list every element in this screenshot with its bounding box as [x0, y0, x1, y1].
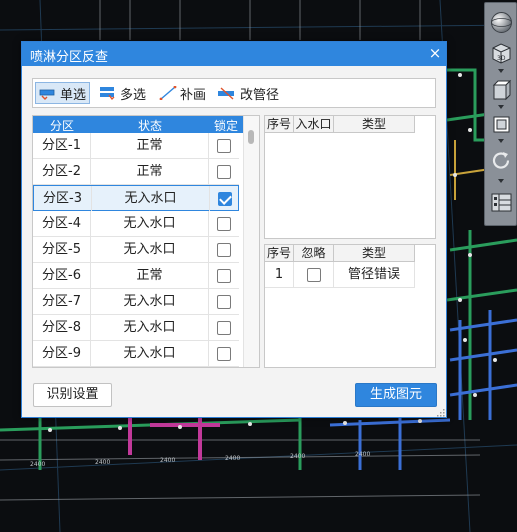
table-row[interactable]: 分区-8 无入水口 — [33, 315, 239, 341]
lock-checkbox[interactable] — [217, 269, 231, 283]
chevron-down-icon[interactable] — [498, 105, 504, 109]
svg-text:3D: 3D — [497, 55, 506, 62]
status-cell: 无入水口 — [91, 289, 209, 314]
partition-table: 分区 状态 锁定 分区-1 正常 分区-2 正常 分区-3 无入水口 分区-4 … — [32, 115, 260, 368]
lock-checkbox[interactable] — [217, 347, 231, 361]
dimension-label: 2400 — [95, 459, 110, 466]
chevron-down-icon[interactable] — [498, 139, 504, 143]
partition-cell: 分区-9 — [33, 341, 91, 366]
generate-elements-button[interactable]: 生成图元 — [355, 383, 437, 407]
single-select-label: 单选 — [60, 87, 87, 103]
table-row[interactable]: 分区-9 无入水口 — [33, 341, 239, 367]
change-diameter-label: 改管径 — [240, 87, 280, 103]
recognition-settings-button[interactable]: 识别设置 — [33, 383, 112, 407]
column-header-index: 序号 — [265, 116, 294, 133]
column-header-index: 序号 — [265, 245, 294, 262]
ignore-checkbox[interactable] — [307, 268, 321, 282]
top-view-button[interactable] — [488, 77, 515, 104]
column-header-type: 类型 — [334, 116, 415, 133]
multi-select-button[interactable]: 多选 — [95, 82, 150, 104]
column-header-ignore: 忽略 — [294, 245, 334, 262]
partition-table-scrollbar[interactable] — [243, 116, 259, 367]
error-table: 序号 忽略 类型 1 管径错误 — [264, 244, 436, 368]
layout-view-button[interactable] — [488, 189, 515, 216]
status-cell: 正常 — [91, 133, 209, 158]
mode-toolbar: 单选 多选 补画 改管径 — [32, 78, 436, 108]
type-cell[interactable]: 管径错误 — [334, 262, 415, 288]
rotate-icon — [492, 152, 510, 169]
multi-select-label: 多选 — [120, 87, 147, 103]
table-row[interactable]: 分区-2 正常 — [33, 159, 239, 185]
chevron-down-icon[interactable] — [498, 179, 504, 183]
partition-cell: 分区-3 — [34, 186, 92, 211]
draw-line-icon — [159, 86, 177, 100]
table-row[interactable]: 分区-4 无入水口 — [33, 211, 239, 237]
dimension-label: 2400 — [30, 461, 45, 468]
lock-checkbox-checked[interactable] — [218, 192, 232, 206]
dimension-label: 2400 — [355, 451, 370, 458]
partition-cell: 分区-7 — [33, 289, 91, 314]
single-select-button[interactable]: 单选 — [35, 82, 91, 104]
resize-grip-icon[interactable] — [436, 408, 445, 417]
cube-top-icon — [492, 79, 512, 101]
column-header-inlet: 入水口 — [294, 116, 334, 133]
view-toolbar: 3D — [484, 2, 517, 226]
partition-cell: 分区-1 — [33, 133, 91, 158]
column-header-type: 类型 — [334, 245, 415, 262]
supplement-draw-button[interactable]: 补画 — [155, 82, 210, 104]
status-cell: 正常 — [91, 159, 209, 184]
partition-cell: 分区-4 — [33, 211, 91, 236]
status-cell: 无入水口 — [91, 315, 209, 340]
table-row[interactable]: 分区-1 正常 — [33, 133, 239, 159]
status-cell: 无入水口 — [91, 341, 209, 366]
column-header-lock: 锁定 — [213, 119, 238, 133]
dimension-label: 2400 — [290, 453, 305, 460]
dialog-titlebar[interactable]: 喷淋分区反查 × — [22, 42, 446, 66]
rotate-button[interactable] — [488, 147, 515, 174]
sphere-icon — [491, 12, 512, 33]
dimension-label: 2400 — [160, 457, 175, 464]
status-cell: 无入水口 — [91, 237, 209, 262]
partition-cell: 分区-8 — [33, 315, 91, 340]
lock-checkbox[interactable] — [217, 321, 231, 335]
partition-cell: 分区-5 — [33, 237, 91, 262]
ignore-cell — [294, 262, 334, 288]
lock-checkbox[interactable] — [217, 243, 231, 257]
lock-checkbox[interactable] — [217, 217, 231, 231]
change-diameter-icon — [218, 87, 234, 100]
change-diameter-button[interactable]: 改管径 — [213, 82, 283, 104]
table-row[interactable]: 分区-7 无入水口 — [33, 289, 239, 315]
status-cell: 无入水口 — [92, 186, 210, 211]
scrollbar-thumb[interactable] — [248, 130, 254, 144]
single-select-icon — [39, 89, 55, 100]
partition-cell: 分区-6 — [33, 263, 91, 288]
column-header-partition: 分区 — [49, 119, 74, 133]
orbit-view-button[interactable] — [488, 9, 515, 36]
inlet-table: 序号 入水口 类型 — [264, 115, 436, 239]
dialog-title: 喷淋分区反查 — [30, 50, 109, 65]
status-cell: 无入水口 — [91, 211, 209, 236]
dimension-label: 2400 — [225, 455, 240, 462]
multi-select-icon — [100, 87, 115, 100]
cube-3d-icon: 3D — [492, 43, 511, 64]
table-row-selected[interactable]: 分区-3 无入水口 — [33, 185, 239, 211]
index-cell: 1 — [265, 262, 294, 288]
partition-cell: 分区-2 — [33, 159, 91, 184]
grid-layout-icon — [491, 193, 512, 212]
lock-checkbox[interactable] — [217, 139, 231, 153]
supplement-draw-label: 补画 — [180, 87, 207, 103]
cube-front-icon — [493, 116, 510, 133]
status-cell: 正常 — [91, 263, 209, 288]
lock-checkbox[interactable] — [217, 295, 231, 309]
chevron-down-icon[interactable] — [498, 69, 504, 73]
partition-table-header: 分区 状态 锁定 — [33, 116, 243, 133]
sprinkler-partition-dialog: 喷淋分区反查 × 单选 多选 补画 改管径 分区 状态 锁定 分区-1 正常 分… — [21, 41, 447, 418]
column-header-status: 状态 — [137, 119, 162, 133]
close-button[interactable]: × — [426, 44, 444, 62]
lock-checkbox[interactable] — [217, 165, 231, 179]
3d-view-button[interactable]: 3D — [488, 39, 515, 66]
front-view-button[interactable] — [488, 111, 515, 138]
table-row[interactable]: 分区-6 正常 — [33, 263, 239, 289]
table-row[interactable]: 分区-5 无入水口 — [33, 237, 239, 263]
